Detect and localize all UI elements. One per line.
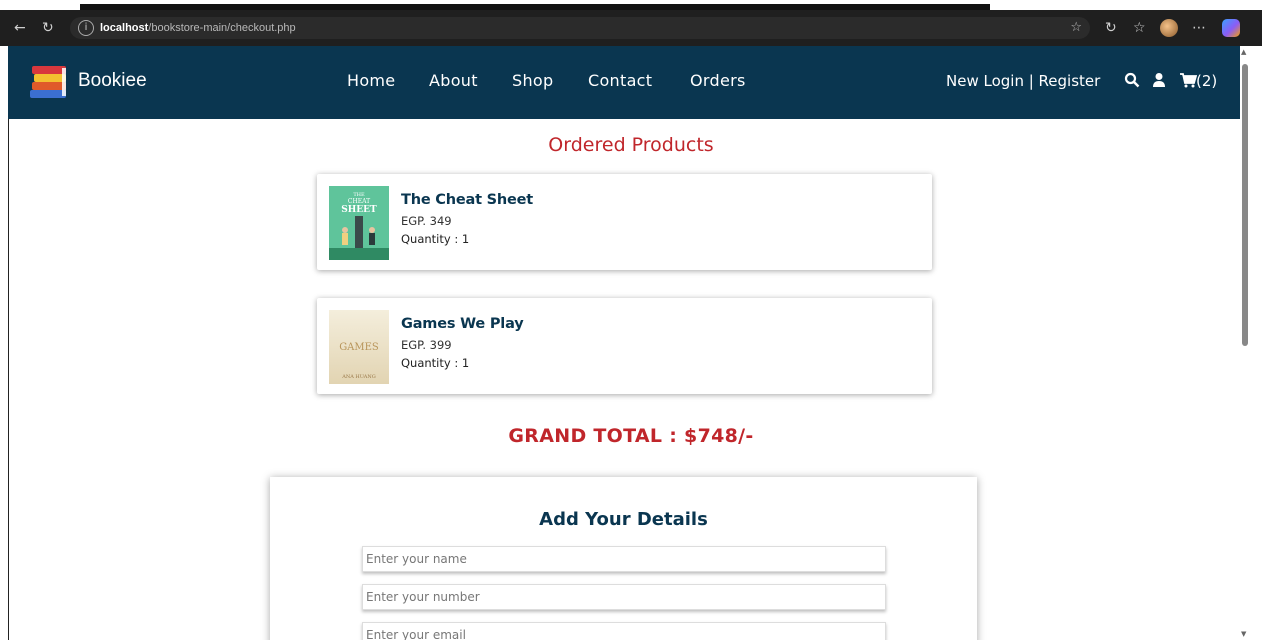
product-info: Games We Play EGP. 399 Quantity : 1 — [401, 316, 524, 372]
cart-icon[interactable] — [1179, 72, 1197, 88]
product-price: EGP. 349 — [401, 214, 452, 228]
more-options-icon[interactable]: ⋯ — [1192, 10, 1206, 46]
email-input[interactable] — [362, 622, 886, 640]
ordered-products-title: Ordered Products — [548, 134, 714, 156]
scroll-up-icon[interactable]: ▲ — [1241, 48, 1246, 56]
number-input[interactable] — [362, 584, 886, 610]
address-bar[interactable]: i localhost/bookstore-main/checkout.php … — [70, 17, 1090, 39]
nav-shop[interactable]: Shop — [512, 46, 553, 116]
ordered-product-card: THE CHEAT SHEET The Cheat Sheet EGP. 349… — [317, 174, 932, 270]
scroll-down-icon[interactable]: ▼ — [1241, 630, 1246, 638]
nav-home[interactable]: Home — [347, 46, 395, 116]
favorites-icon[interactable]: ☆ — [1133, 10, 1146, 46]
name-input[interactable] — [362, 546, 886, 572]
url-text: localhost/bookstore-main/checkout.php — [100, 22, 296, 34]
scrollbar-thumb[interactable] — [1242, 64, 1248, 346]
favorite-star-icon[interactable]: ☆ — [1070, 17, 1082, 39]
browser-essentials-icon[interactable]: ↻ — [1105, 10, 1117, 46]
ordered-product-card: GAMES ANA HUANG Games We Play EGP. 399 Q… — [317, 298, 932, 394]
books-logo-icon[interactable] — [26, 58, 74, 106]
back-arrow-icon[interactable]: ← — [14, 10, 26, 46]
product-name: The Cheat Sheet — [401, 192, 534, 208]
product-name: Games We Play — [401, 316, 524, 332]
copilot-icon[interactable] — [1222, 19, 1240, 37]
viewport-edge — [8, 119, 9, 640]
refresh-icon[interactable]: ↻ — [42, 10, 54, 46]
user-icon[interactable] — [1152, 72, 1166, 88]
browser-top-strip — [0, 0, 1262, 10]
cart-count[interactable]: (2) — [1196, 46, 1217, 116]
profile-avatar-icon[interactable] — [1160, 19, 1178, 37]
details-form: Add Your Details — [270, 477, 977, 640]
svg-text:ANA HUANG: ANA HUANG — [341, 374, 376, 380]
svg-text:CHEAT: CHEAT — [348, 198, 370, 205]
nav-about[interactable]: About — [429, 46, 478, 116]
product-quantity: Quantity : 1 — [401, 356, 470, 370]
info-icon[interactable]: i — [78, 20, 94, 36]
svg-text:GAMES: GAMES — [339, 342, 379, 353]
grand-total: GRAND TOTAL : $748/- — [508, 425, 754, 447]
nav-contact[interactable]: Contact — [588, 46, 652, 116]
nav-orders[interactable]: Orders — [690, 46, 746, 116]
site-header: Bookiee Home About Shop Contact Orders N… — [8, 46, 1240, 119]
product-info: The Cheat Sheet EGP. 349 Quantity : 1 — [401, 192, 533, 248]
book-cover-image: GAMES ANA HUANG — [329, 310, 389, 384]
product-price: EGP. 399 — [401, 338, 452, 352]
browser-toolbar: ← ↻ i localhost/bookstore-main/checkout.… — [0, 10, 1262, 46]
book-cover-image: THE CHEAT SHEET — [329, 186, 389, 260]
login-register-link[interactable]: New Login | Register — [946, 46, 1100, 116]
product-quantity: Quantity : 1 — [401, 232, 470, 246]
svg-text:SHEET: SHEET — [341, 205, 377, 215]
details-title: Add Your Details — [539, 509, 708, 530]
search-icon[interactable] — [1124, 72, 1140, 88]
brand-name[interactable]: Bookiee — [78, 46, 147, 116]
